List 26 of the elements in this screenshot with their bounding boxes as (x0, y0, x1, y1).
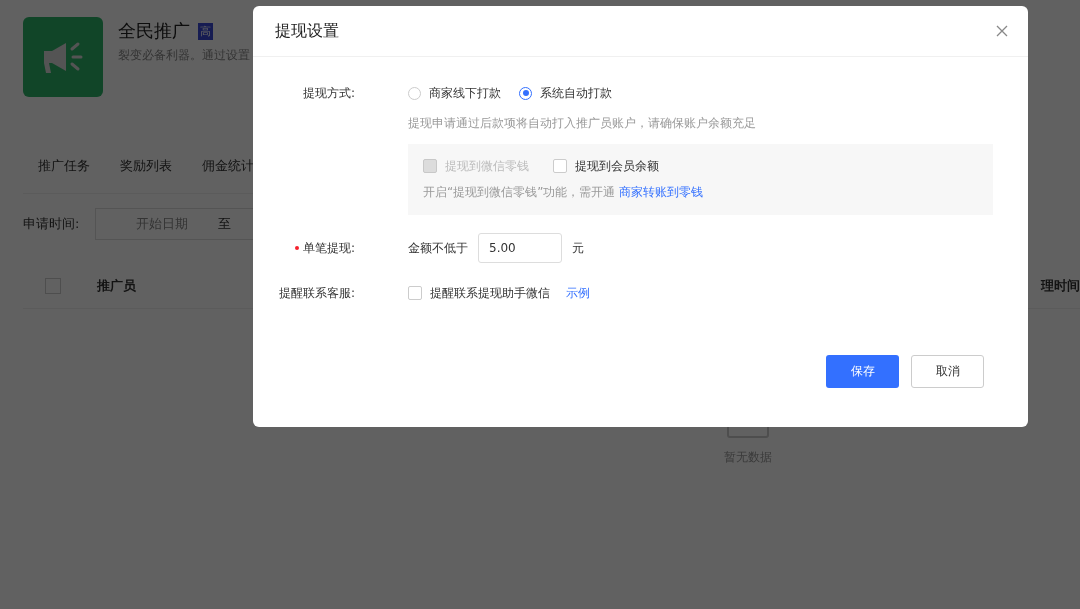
tab[interactable]: 奖励列表 (120, 157, 172, 193)
link[interactable]: 示例 (566, 284, 590, 302)
close-icon[interactable] (996, 25, 1008, 37)
tab[interactable]: 推广任务 (38, 157, 90, 193)
note-text: 开启“提现到微信零钱”功能，需开通 (423, 184, 616, 201)
tab[interactable]: 佣金统计 (202, 157, 254, 193)
field-label: 提醒联系客服: (278, 284, 355, 302)
checkbox-option[interactable]: 提现到会员余额 (553, 157, 659, 175)
amount-input[interactable]: 5.00 (478, 233, 562, 263)
filter-label: 申请时间: (23, 215, 80, 233)
link[interactable]: 商家转账到零钱 (619, 184, 704, 201)
column-header: 推广员 (97, 277, 136, 295)
radio-option[interactable]: 商家线下打款 (408, 84, 501, 102)
dialog-title: 提现设置 (275, 20, 339, 42)
hint-text: 提现申请通过后款项将自动打入推广员账户，请确保账户余额充足 (408, 115, 757, 132)
column-header: 理时间 (1041, 277, 1080, 295)
field-prefix: 金额不低于 (408, 239, 468, 257)
page-title: 全民推广 (118, 19, 190, 43)
cancel-button[interactable]: 取消 (911, 355, 984, 388)
radio-option[interactable]: 系统自动打款 (519, 84, 612, 102)
checkbox-option[interactable]: 提醒联系提现助手微信 (408, 284, 550, 302)
unit-label: 元 (572, 239, 584, 257)
field-label: 提现方式: (302, 84, 355, 102)
level-badge: 高 (198, 22, 213, 40)
save-button[interactable]: 保存 (826, 355, 899, 388)
field-label: 单笔提现: (302, 239, 355, 257)
